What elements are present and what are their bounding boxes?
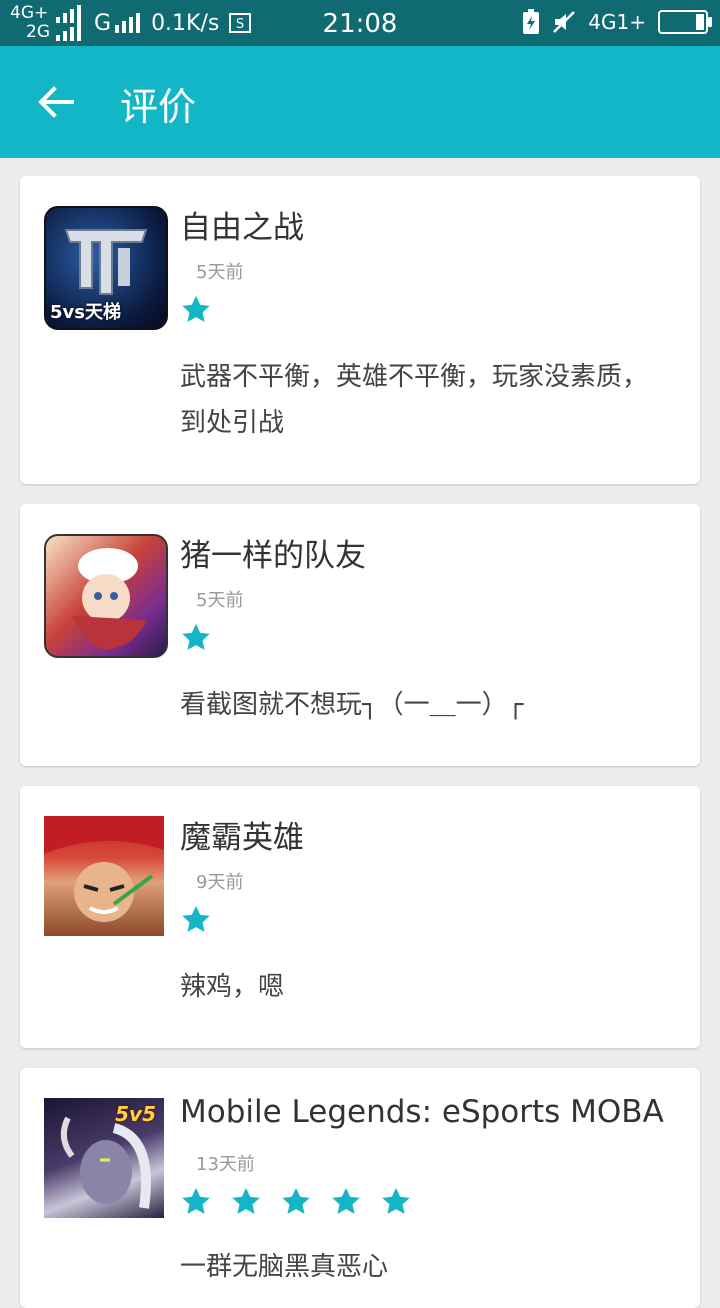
- rating-stars: [180, 294, 212, 326]
- review-comment: 看截图就不想玩┐（一＿一）┌: [180, 690, 524, 720]
- app-name: 猪一样的队友: [180, 538, 366, 574]
- app-name: 魔霸英雄: [180, 820, 304, 856]
- star-icon: [232, 1188, 260, 1214]
- app-name: Mobile Legends: eSports MOBA: [180, 1094, 664, 1130]
- app-icon: 5v5: [44, 1098, 164, 1218]
- app-icon-badge: 5vs天梯: [50, 302, 121, 323]
- review-time: 5天前: [196, 262, 244, 283]
- review-comment: 武器不平衡，英雄不平衡，玩家没素质，到处引战: [180, 362, 649, 438]
- review-card[interactable]: 5v5 Mobile Legends: eSports MOBA 13天前 一群…: [20, 1068, 700, 1308]
- review-card[interactable]: 魔霸英雄 9天前 辣鸡，嗯: [20, 786, 700, 1048]
- rating-stars: [180, 622, 212, 654]
- star-icon: [282, 1188, 310, 1214]
- page-title: 评价: [120, 85, 197, 129]
- review-time: 13天前: [196, 1154, 255, 1175]
- battery-icon: [658, 10, 712, 34]
- review-time: 5天前: [196, 590, 244, 611]
- app-icon: 5vs天梯: [44, 206, 168, 330]
- status-bar: 4G+ 2G G 0.1K/s S 21:08 4G1+: [0, 0, 720, 46]
- rating-stars: [180, 1186, 412, 1218]
- status-right: 4G1+: [522, 9, 712, 35]
- review-card[interactable]: 5vs天梯 自由之战 5天前 武器不平衡，英雄不平衡，玩家没素质，到处引战: [20, 176, 700, 484]
- star-icon: [182, 624, 210, 650]
- app-name: 自由之战: [180, 210, 304, 246]
- star-icon: [182, 906, 210, 932]
- star-icon: [182, 296, 210, 322]
- review-card[interactable]: 猪一样的队友 5天前 看截图就不想玩┐（一＿一）┌: [20, 504, 700, 766]
- app-icon-badge: 5v5: [115, 1102, 156, 1126]
- star-icon: [332, 1188, 360, 1214]
- star-icon: [182, 1188, 210, 1214]
- mute-icon: [553, 11, 576, 33]
- rating-stars: [180, 904, 212, 936]
- right-network-label: 4G1+: [588, 10, 646, 34]
- review-time: 9天前: [196, 872, 244, 893]
- app-bar: 评价: [0, 46, 720, 158]
- review-comment: 辣鸡，嗯: [180, 972, 285, 1002]
- review-comment: 一群无脑黑真恶心: [180, 1252, 389, 1282]
- charging-icon: [523, 9, 540, 34]
- app-icon: [44, 534, 168, 658]
- star-icon: [382, 1188, 410, 1214]
- back-arrow-icon[interactable]: [36, 82, 76, 122]
- app-icon: [44, 816, 164, 936]
